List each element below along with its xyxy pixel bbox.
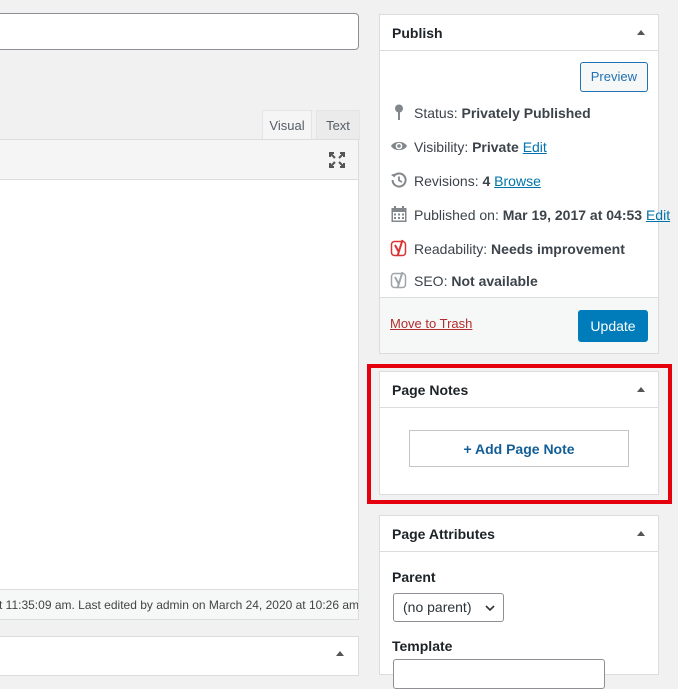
status-label: Status: [414,105,458,121]
template-label: Template [392,638,453,654]
publish-header[interactable]: Publish [380,15,658,51]
calendar-icon [391,206,407,223]
collapse-toggle-icon[interactable] [637,30,645,35]
collapse-toggle-icon[interactable] [637,387,645,392]
seo-row: SEO: Not available [390,271,538,291]
collapse-toggle-icon[interactable] [637,531,645,536]
revisions-browse-link[interactable]: Browse [494,173,541,189]
seo-value: Not available [451,273,538,289]
add-page-note-button[interactable]: + Add Page Note [409,430,629,467]
editor-status-footer: t 11:35:09 am. Last edited by admin on M… [0,589,358,619]
parent-label: Parent [392,569,436,585]
revisions-value: 4 [482,173,491,189]
collapse-toggle-icon[interactable] [336,651,344,656]
visibility-row: Visibility: Private Edit [390,137,547,157]
published-value: Mar 19, 2017 at 04:53 [502,207,643,223]
visibility-label: Visibility: [414,139,469,155]
preview-button[interactable]: Preview [579,62,648,92]
tab-text[interactable]: Text [316,110,360,140]
published-edit-link[interactable]: Edit [646,207,670,223]
readability-label: Readability: [414,241,488,257]
page-attributes-title: Page Attributes [392,526,495,542]
publish-actions: Move to Trash Update [380,297,658,353]
update-button[interactable]: Update [578,310,648,342]
yoast-readability-icon [390,239,407,257]
metabox-collapsed [0,636,359,676]
post-title-input[interactable] [0,13,359,50]
revisions-label: Revisions: [414,173,479,189]
parent-select-value: (no parent) [403,599,472,615]
publish-title: Publish [392,25,443,41]
pin-icon [395,104,403,121]
page-notes-header[interactable]: Page Notes [380,372,658,408]
status-row: Status: Privately Published [390,103,591,123]
content-editor[interactable]: t 11:35:09 am. Last edited by admin on M… [0,139,359,620]
editor-toolbar [0,140,358,180]
page-attributes-header[interactable]: Page Attributes [380,516,658,552]
history-icon [391,172,407,188]
fullscreen-icon[interactable] [328,151,346,169]
chevron-down-icon [485,605,495,612]
page-notes-title: Page Notes [392,382,469,398]
tab-visual[interactable]: Visual [262,110,312,140]
parent-select[interactable]: (no parent) [393,593,504,622]
readability-row: Readability: Needs improvement [390,239,625,259]
publish-box: Publish Preview Status: Privately Publis… [379,14,670,354]
revisions-row: Revisions: 4 Browse [390,171,541,191]
published-row: Published on: Mar 19, 2017 at 04:53 Edit [390,205,670,225]
readability-value: Needs improvement [491,241,625,257]
move-to-trash-link[interactable]: Move to Trash [390,316,472,331]
published-label: Published on: [414,207,499,223]
status-value: Privately Published [461,105,591,121]
seo-label: SEO: [414,273,448,289]
visibility-value: Private [472,139,519,155]
page-attributes-box: Page Attributes Parent (no parent) Templ… [379,515,659,689]
page-notes-box: Page Notes + Add Page Note [379,371,659,495]
eye-icon [391,142,407,151]
yoast-seo-icon [390,271,407,289]
visibility-edit-link[interactable]: Edit [523,139,547,155]
